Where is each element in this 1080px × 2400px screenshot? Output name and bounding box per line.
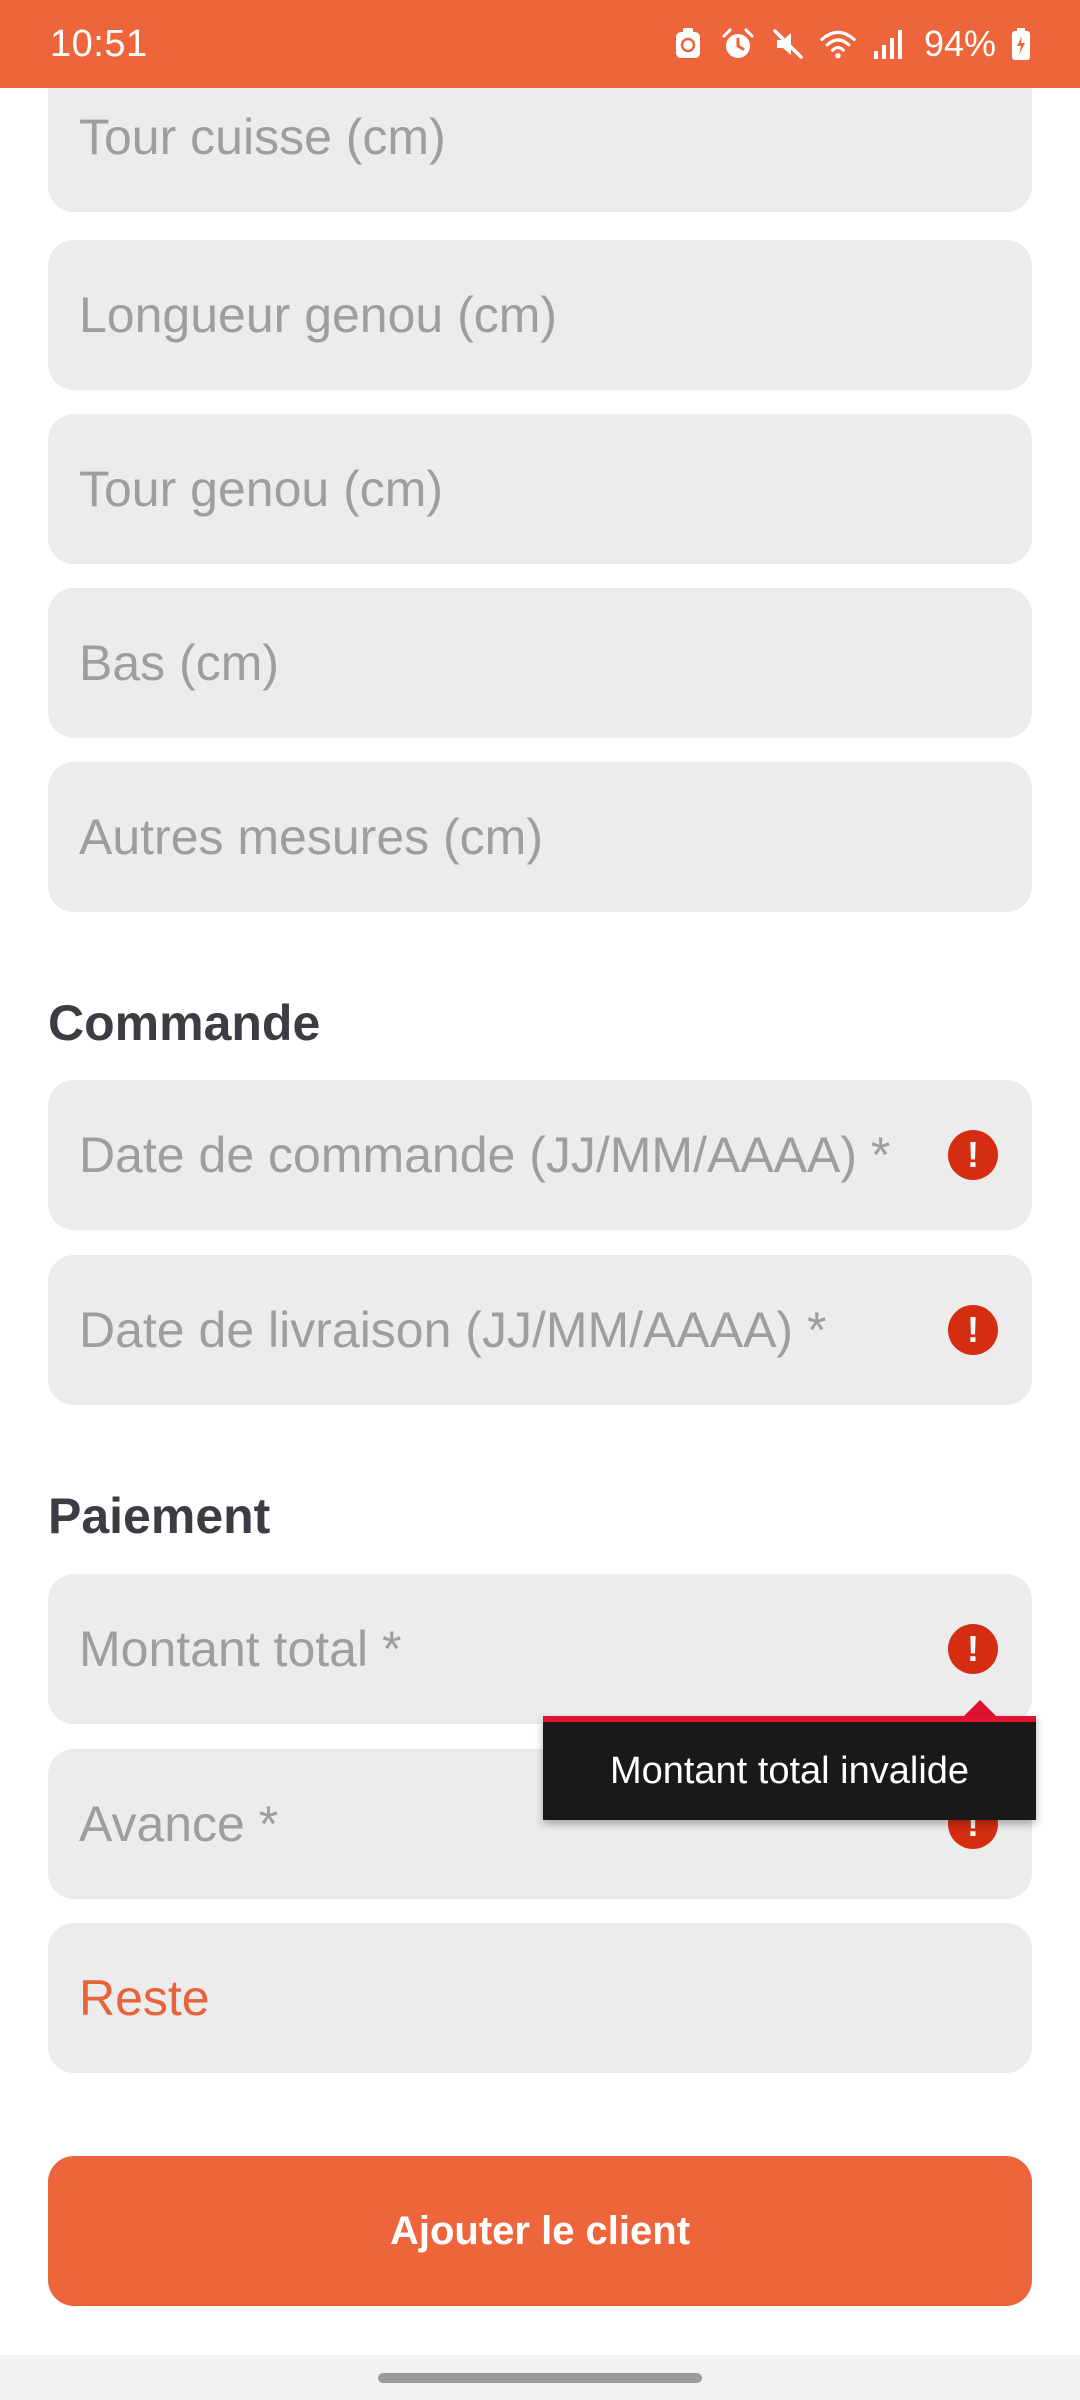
status-bar: 10:51 94% (0, 0, 1080, 88)
form-scroll-area[interactable]: Tour cuisse (cm) Longueur genou (cm) Tou… (0, 0, 1080, 2355)
tooltip-message: Montant total invalide (543, 1716, 1036, 1820)
battery-percentage: 94% (923, 23, 996, 64)
mute-icon (770, 26, 806, 62)
date-commande-error-icon[interactable]: ! (948, 1130, 998, 1180)
date-livraison-error-icon[interactable]: ! (948, 1305, 998, 1355)
paiement-section-title: Paiement (48, 1488, 271, 1544)
date-livraison-field[interactable]: Date de livraison (JJ/MM/AAAA) * ! (48, 1255, 1032, 1405)
tour-cuisse-placeholder: Tour cuisse (cm) (79, 109, 446, 165)
longueur-genou-placeholder: Longueur genou (cm) (79, 287, 558, 343)
signal-icon (870, 26, 906, 62)
tour-genou-field[interactable]: Tour genou (cm) (48, 414, 1032, 564)
date-livraison-placeholder: Date de livraison (JJ/MM/AAAA) * (79, 1302, 827, 1358)
status-icons: 94% (670, 23, 1032, 65)
autres-mesures-placeholder: Autres mesures (cm) (79, 809, 543, 865)
status-time: 10:51 (50, 22, 148, 65)
montant-total-error-icon[interactable]: ! (948, 1624, 998, 1674)
sync-icon (670, 26, 706, 62)
reste-placeholder: Reste (79, 1970, 210, 2026)
add-client-button[interactable]: Ajouter le client (48, 2156, 1032, 2306)
bas-field[interactable]: Bas (cm) (48, 588, 1032, 738)
avance-placeholder: Avance * (79, 1796, 279, 1852)
date-commande-placeholder: Date de commande (JJ/MM/AAAA) * (79, 1127, 891, 1183)
montant-total-placeholder: Montant total * (79, 1621, 402, 1677)
autres-mesures-field[interactable]: Autres mesures (cm) (48, 762, 1032, 912)
tooltip-arrow (964, 1700, 996, 1716)
date-commande-field[interactable]: Date de commande (JJ/MM/AAAA) * ! (48, 1080, 1032, 1230)
longueur-genou-field[interactable]: Longueur genou (cm) (48, 240, 1032, 390)
tour-genou-placeholder: Tour genou (cm) (79, 461, 444, 517)
alarm-icon (720, 26, 756, 62)
home-indicator[interactable] (378, 2373, 702, 2383)
battery-charging-icon (1010, 26, 1032, 62)
reste-field[interactable]: Reste (48, 1923, 1032, 2073)
montant-total-field[interactable]: Montant total * ! (48, 1574, 1032, 1724)
wifi-icon (820, 26, 856, 62)
navigation-bar (0, 2355, 1080, 2400)
commande-section-title: Commande (48, 995, 321, 1051)
bas-placeholder: Bas (cm) (79, 635, 279, 691)
